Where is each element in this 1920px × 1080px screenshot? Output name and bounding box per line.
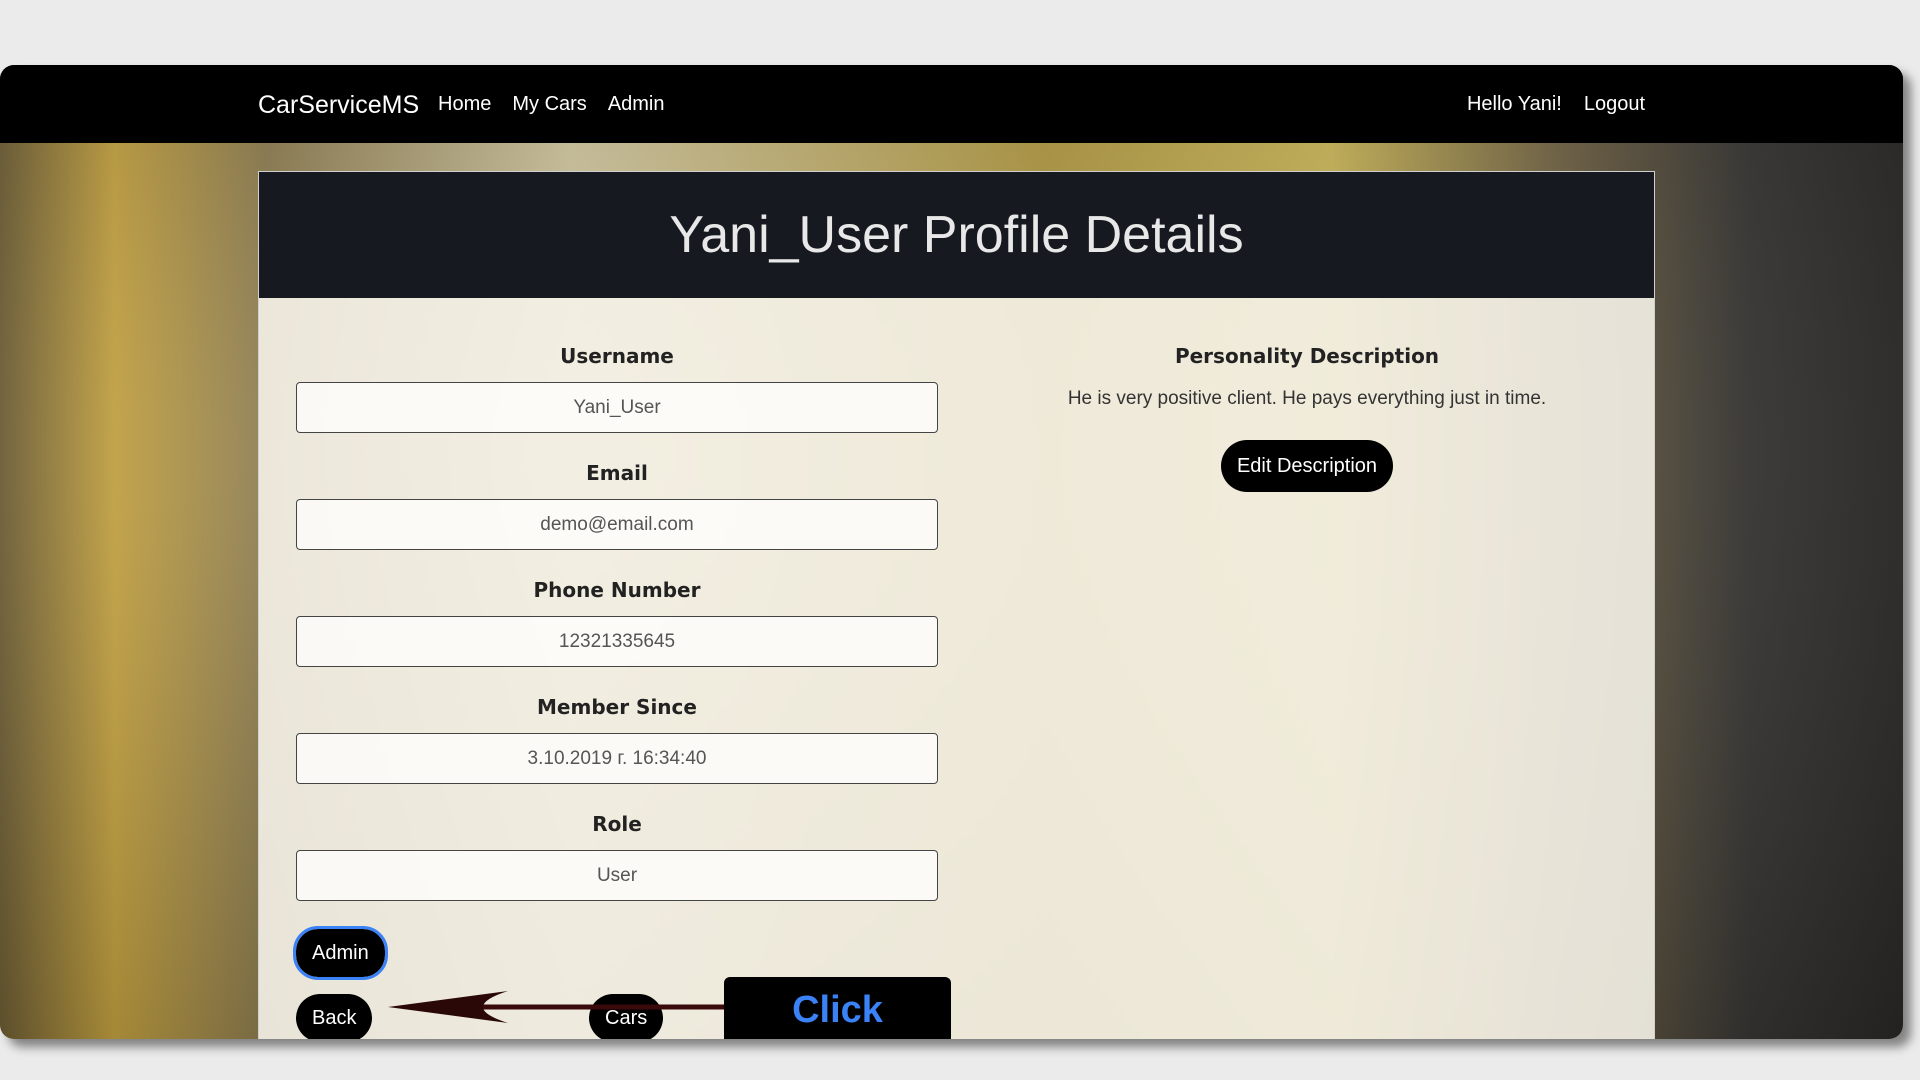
- member-since-label: Member Since: [537, 695, 697, 719]
- nav-user-area: Hello Yani! Logout: [1467, 93, 1645, 116]
- role-field[interactable]: [296, 850, 938, 901]
- greeting-link[interactable]: Hello Yani!: [1467, 93, 1562, 116]
- card-header: Yani_User Profile Details: [259, 172, 1654, 298]
- nav-admin-link[interactable]: Admin: [608, 93, 665, 116]
- phone-field[interactable]: [296, 616, 938, 667]
- nav-my-cars-link[interactable]: My Cars: [512, 93, 586, 116]
- nav-home-link[interactable]: Home: [438, 93, 491, 116]
- brand-link[interactable]: CarServiceMS: [258, 91, 419, 120]
- edit-description-button[interactable]: Edit Description: [1220, 440, 1394, 492]
- annotation-label: Click: [792, 989, 883, 1031]
- annotation-callout: Click: [724, 977, 951, 1039]
- role-group: Role: [296, 812, 938, 901]
- description-label: Personality Description: [1174, 344, 1440, 368]
- role-label: Role: [592, 812, 642, 836]
- annotation-arrow-icon: [388, 991, 724, 1023]
- description-text: He is very positive client. He pays ever…: [1067, 388, 1547, 409]
- top-navbar: CarServiceMS Home My Cars Admin Hello Ya…: [0, 65, 1903, 143]
- profile-card: Yani_User Profile Details Username Email…: [258, 171, 1655, 1039]
- page-title: Yani_User Profile Details: [669, 206, 1244, 264]
- logout-link[interactable]: Logout: [1584, 93, 1645, 116]
- username-field[interactable]: [296, 382, 938, 433]
- member-since-group: Member Since: [296, 695, 938, 784]
- back-button[interactable]: Back: [296, 994, 373, 1039]
- member-since-field[interactable]: [296, 733, 938, 784]
- profile-fields: Username Email Phone Number Member Since…: [296, 344, 938, 921]
- description-section: Personality Description He is very posit…: [997, 344, 1617, 492]
- phone-group: Phone Number: [296, 578, 938, 667]
- email-label: Email: [586, 461, 648, 485]
- username-label: Username: [560, 344, 674, 368]
- phone-label: Phone Number: [533, 578, 701, 602]
- email-field[interactable]: [296, 499, 938, 550]
- admin-button[interactable]: Admin: [293, 926, 388, 980]
- username-group: Username: [296, 344, 938, 433]
- browser-window: CarServiceMS Home My Cars Admin Hello Ya…: [0, 65, 1903, 1039]
- nav-links: Home My Cars Admin: [438, 93, 665, 116]
- email-group: Email: [296, 461, 938, 550]
